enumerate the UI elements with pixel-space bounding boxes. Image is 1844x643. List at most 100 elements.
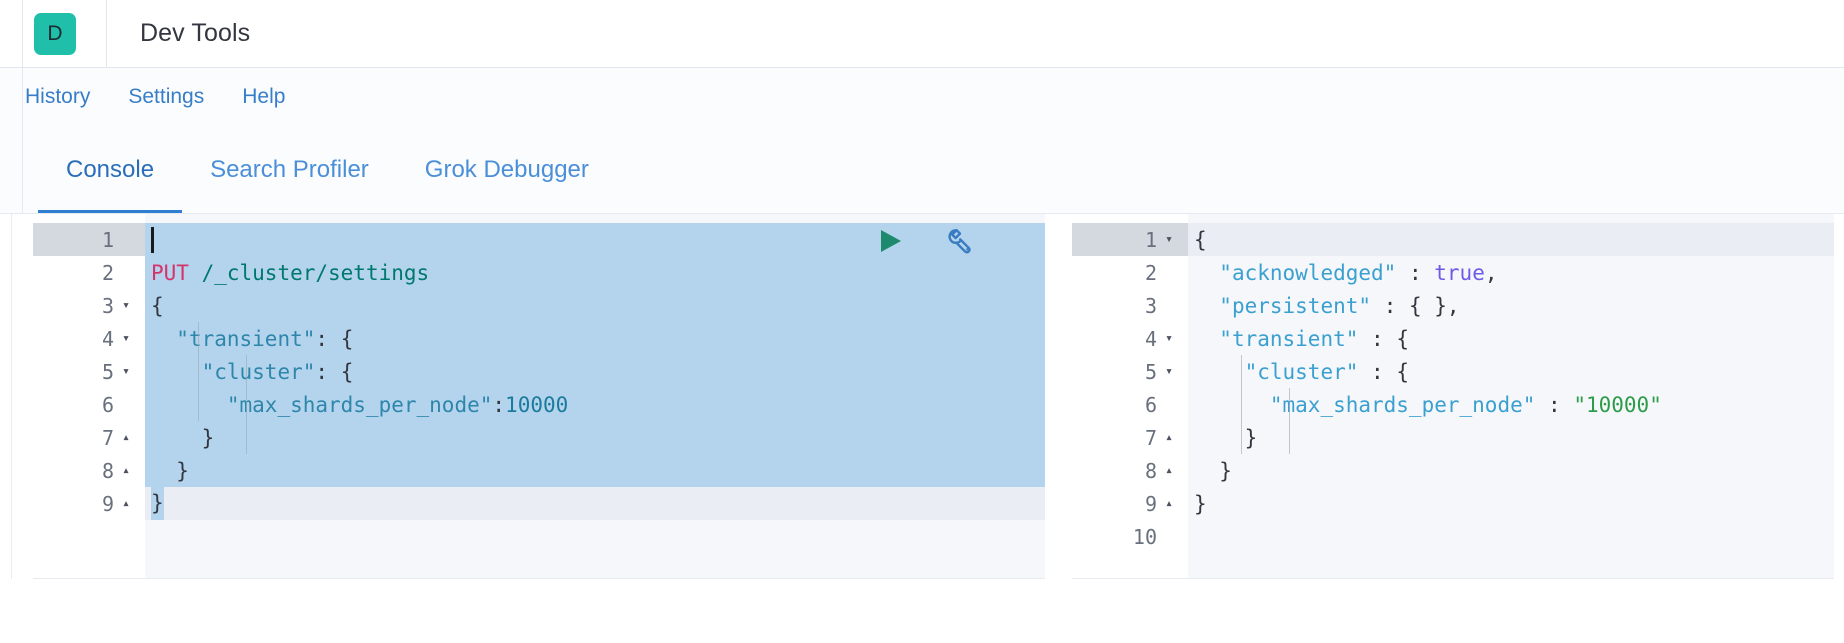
json-value-persistent: { } [1408,293,1447,318]
fold-collapse-icon[interactable]: ▾ [1161,233,1177,246]
gutter-line[interactable]: 1▾ [1072,223,1188,256]
code-line[interactable]: " transient ": { [145,322,1045,355]
gutter-line[interactable]: 5 ▾ [1072,355,1188,388]
code-line[interactable]: " cluster ": { [145,355,1045,388]
indent-guide [1289,388,1290,454]
code-line[interactable]: } [145,487,1045,520]
gutter-line[interactable]: 2▾ [1072,256,1188,289]
code-line[interactable]: " max_shards_per_node ":10000 [145,388,1045,421]
line-number: 8 [1144,458,1157,483]
gutter-line[interactable]: 4 ▾ [33,322,145,355]
line-number: 3 [1144,293,1157,318]
top-link-help[interactable]: Help [223,85,304,109]
fold-collapse-icon[interactable]: ▾ [1161,332,1177,345]
fold-expand-icon[interactable]: ▴ [1161,464,1177,477]
fold-expand-icon[interactable]: ▴ [1161,431,1177,444]
json-key-persistent: persistent [1231,293,1359,318]
fold-expand-icon[interactable]: ▴ [118,464,134,477]
colon: : [492,392,506,417]
quote: " [302,326,316,351]
code-line[interactable]: { [1188,223,1834,256]
request-code-area[interactable]: PUT /_cluster/settings { " transient ": { … [145,214,1045,579]
brace-close: } [1194,458,1232,483]
wrench-icon[interactable] [943,225,975,257]
json-key-acknowledged: acknowledged [1231,260,1384,285]
response-scrollbar[interactable] [1826,214,1834,579]
gutter-line[interactable]: 8 ▴ [33,454,145,487]
code-line[interactable]: PUT /_cluster/settings [145,256,1045,289]
gutter-line[interactable]: 6▾ [1072,388,1188,421]
response-panel[interactable]: 1▾2▾3▾4▾5▾6▾7▴8▴9▴10▾ { "acknowledged" :… [1072,214,1834,579]
top-links-bar: History Settings Help [0,68,1844,126]
tab-grok-debugger[interactable]: Grok Debugger [397,126,617,214]
response-gutter[interactable]: 1▾2▾3▾4▾5▾6▾7▴8▴9▴10▾ [1072,214,1188,579]
quote: " [1345,326,1359,351]
quote: " [1383,260,1397,285]
gutter-line[interactable]: 7 ▴ [1072,421,1188,454]
code-line[interactable]: } [1188,454,1834,487]
code-line[interactable]: " max_shards_per_node " : " 10000 " [1188,388,1834,421]
code-line[interactable]: { [145,289,1045,322]
gutter-line[interactable]: 8 ▴ [1072,454,1188,487]
code-line[interactable]: } [1188,487,1834,520]
gutter-line[interactable]: 9 ▴ [1072,487,1188,520]
brace-close: } [151,425,215,450]
brace-close: } [151,487,164,520]
fold-collapse-icon[interactable]: ▾ [118,299,134,312]
top-link-history[interactable]: History [25,85,109,109]
gutter-line[interactable]: 5 ▾ [33,355,145,388]
line-number: 7 [1144,425,1157,450]
fold-expand-icon[interactable]: ▴ [118,431,134,444]
tab-console[interactable]: Console [38,126,183,214]
json-value-max-shards: 10000 [505,392,569,417]
fold-expand-icon[interactable]: ▴ [118,497,134,510]
code-line[interactable]: " persistent " : { }, [1188,289,1834,322]
http-method: PUT [151,260,189,285]
tab-search-profiler[interactable]: Search Profiler [182,126,397,214]
code-line[interactable]: " transient " : { [1188,322,1834,355]
request-gutter[interactable]: 1▾2▾3▾4▾5▾6▾7▴8▴9▴ [33,214,145,579]
gutter-line[interactable]: 9 ▴ [33,487,145,520]
fold-collapse-icon[interactable]: ▾ [118,332,134,345]
gutter-line[interactable]: 2▾ [33,256,145,289]
top-link-settings[interactable]: Settings [109,85,223,109]
line-number: 2 [101,260,114,285]
gutter-line[interactable]: 4 ▾ [1072,322,1188,355]
gutter-line[interactable]: 3▾ [1072,289,1188,322]
response-code-area[interactable]: { " acknowledged " : true, " persistent " : … [1188,214,1834,579]
request-actions [875,225,975,257]
fold-collapse-icon[interactable]: ▾ [1161,365,1177,378]
request-panel[interactable]: 1▾2▾3▾4▾5▾6▾7▴8▴9▴ PUT /_cluster/setting… [33,214,1045,579]
code-line[interactable]: " acknowledged " : true, [1188,256,1834,289]
quote: " [1219,260,1232,285]
fold-collapse-icon[interactable]: ▾ [118,365,134,378]
code-line[interactable]: } [145,421,1045,454]
gutter-line[interactable]: 10▾ [1072,520,1188,553]
header-divider [106,0,107,68]
indent-guide [246,355,247,454]
code-line[interactable] [1188,520,1834,553]
gutter-line[interactable]: 1▾ [33,223,145,256]
code-line[interactable]: } [145,454,1045,487]
code-line[interactable]: } [1188,421,1834,454]
comma: , [1484,260,1498,285]
fold-expand-icon[interactable]: ▴ [1161,497,1177,510]
request-bottom-rule [33,578,1045,579]
gutter-line[interactable]: 6▾ [33,388,145,421]
page-title: Dev Tools [140,19,251,47]
line-number: 8 [101,458,114,483]
json-value-max-shards: 10000 [1585,392,1650,417]
request-scrollbar[interactable] [1037,214,1045,579]
quote: " [479,392,493,417]
quote: " [1244,359,1258,384]
indent-guide [1241,355,1242,454]
colon-brace: : { [1358,359,1409,384]
play-icon[interactable] [875,226,905,256]
line-number: 1 [101,227,114,252]
code-line[interactable]: " cluster " : { [1188,355,1834,388]
gutter-line[interactable]: 3▾ [33,289,145,322]
gutter-line[interactable]: 7 ▴ [33,421,145,454]
